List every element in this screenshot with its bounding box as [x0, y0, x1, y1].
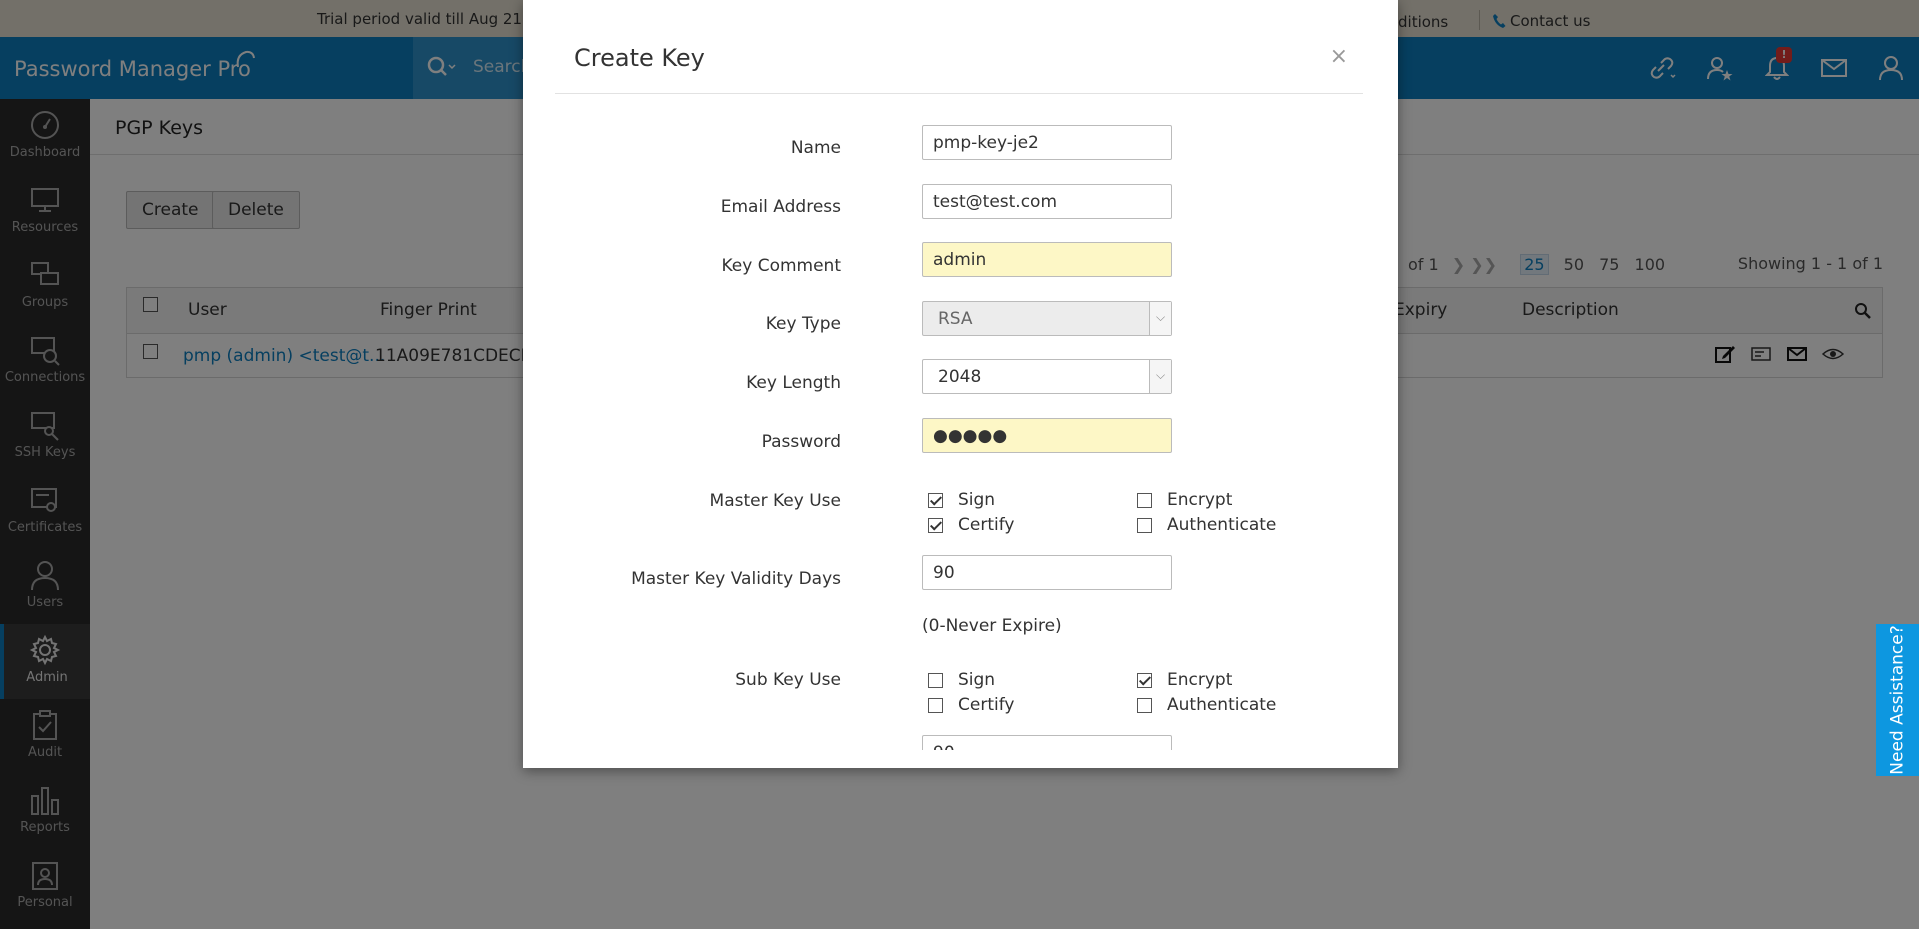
checkbox-checked — [928, 492, 943, 508]
checkbox-unchecked — [928, 697, 943, 713]
sub-sign-checkbox[interactable]: Sign — [928, 670, 995, 690]
master-authenticate-checkbox[interactable]: Authenticate — [1137, 515, 1276, 535]
password-value: ●●●●● — [933, 426, 1008, 446]
key-length-label: Key Length — [746, 373, 841, 393]
sub-authenticate-checkbox[interactable]: Authenticate — [1137, 695, 1276, 715]
master-validity-field[interactable] — [922, 555, 1172, 590]
key-length-value: 2048 — [938, 367, 982, 387]
checkbox-unchecked — [928, 672, 943, 688]
option-label: Authenticate — [1167, 695, 1277, 715]
name-label: Name — [790, 138, 841, 158]
master-validity-label: Master Key Validity Days — [631, 569, 841, 589]
master-key-use-label: Master Key Use — [709, 491, 841, 511]
master-encrypt-checkbox[interactable]: Encrypt — [1137, 490, 1232, 510]
key-type-label: Key Type — [765, 314, 841, 334]
master-certify-checkbox[interactable]: Certify — [928, 515, 1014, 535]
key-length-select[interactable]: 2048 ⌵ — [922, 359, 1172, 394]
sub-certify-checkbox[interactable]: Certify — [928, 695, 1014, 715]
checkbox-unchecked — [1137, 697, 1152, 713]
option-label: Sign — [958, 490, 996, 510]
option-label: Authenticate — [1167, 515, 1277, 535]
option-label: Encrypt — [1167, 670, 1233, 690]
dialog-title: Create Key — [574, 44, 705, 72]
checkbox-unchecked — [1137, 517, 1152, 533]
checkbox-checked — [1137, 672, 1152, 688]
option-label: Certify — [958, 695, 1015, 715]
need-assistance-tab[interactable]: Need Assistance? — [1876, 624, 1919, 776]
password-label: Password — [761, 432, 841, 452]
key-type-value: RSA — [938, 309, 973, 329]
email-field[interactable] — [922, 184, 1172, 219]
checkbox-unchecked — [1137, 492, 1152, 508]
key-comment-field[interactable] — [922, 242, 1172, 277]
dialog-form: Name Email Address Key Comment Key Type … — [555, 94, 1363, 750]
name-field[interactable] — [922, 125, 1172, 160]
close-button[interactable]: × — [1330, 44, 1348, 69]
option-label: Certify — [958, 515, 1015, 535]
need-assistance-label: Need Assistance? — [1887, 625, 1908, 775]
sub-key-use-label: Sub Key Use — [735, 670, 841, 690]
sub-validity-field[interactable] — [922, 735, 1172, 750]
option-label: Encrypt — [1167, 490, 1233, 510]
key-comment-label: Key Comment — [721, 256, 841, 276]
sub-encrypt-checkbox[interactable]: Encrypt — [1137, 670, 1232, 690]
chevron-down-icon: ⌵ — [1149, 360, 1171, 393]
password-field[interactable]: ●●●●● — [922, 418, 1172, 453]
create-key-dialog: Create Key × Name Email Address Key Comm… — [523, 0, 1398, 768]
never-expire-hint: (0-Never Expire) — [922, 616, 1062, 636]
chevron-down-icon: ⌵ — [1149, 302, 1171, 335]
checkbox-checked — [928, 517, 943, 533]
key-type-select[interactable]: RSA ⌵ — [922, 301, 1172, 336]
master-sign-checkbox[interactable]: Sign — [928, 490, 995, 510]
email-label: Email Address — [720, 197, 841, 217]
option-label: Sign — [958, 670, 996, 690]
